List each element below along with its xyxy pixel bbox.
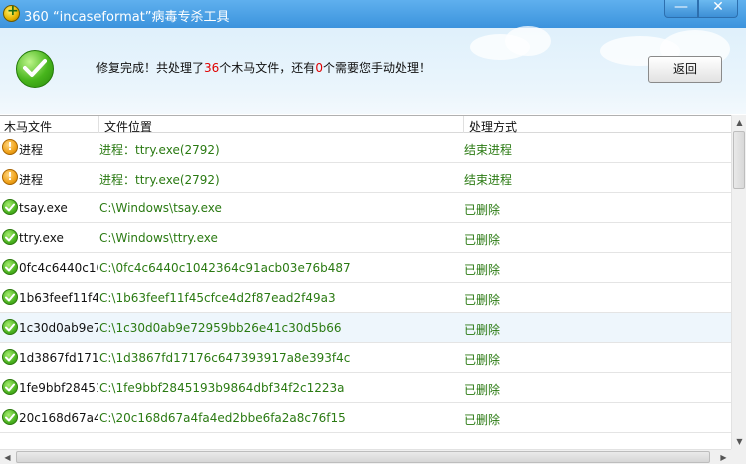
manual-count: 0 — [315, 61, 323, 75]
scroll-down-arrow-icon[interactable]: ▼ — [733, 435, 746, 448]
cloud-decoration — [505, 26, 551, 56]
table-row[interactable]: 1d3867fd171 C:\1d3867fd17176c647393917a8e… — [0, 343, 731, 373]
file-name-cell: 进程 — [19, 143, 44, 157]
scroll-corner — [731, 449, 746, 464]
check-icon — [2, 319, 18, 335]
file-location-cell: C:\1fe9bbf2845193b9864dbf34f2c1223a — [99, 381, 345, 395]
action-cell: 结束进程 — [464, 143, 513, 157]
check-icon — [2, 349, 18, 365]
scroll-left-arrow-icon[interactable]: ◀ — [1, 451, 14, 464]
warning-icon: ! — [2, 169, 18, 185]
results-table: 木马文件 文件位置 处理方式 ! 进程 进程：ttry.exe(2792) 结束进程!… — [0, 115, 731, 449]
action-cell: 已删除 — [464, 413, 501, 427]
main-window: 360 “incaseformat”病毒专杀工具 — ✕ 修复完成！共处理了36… — [0, 0, 746, 464]
check-icon — [2, 379, 18, 395]
check-icon — [2, 409, 18, 425]
file-name-cell: 1d3867fd171 — [19, 351, 98, 365]
table-row[interactable]: 1c30d0ab9e7 C:\1c30d0ab9e72959bb26e41c30d… — [0, 313, 731, 343]
action-cell: 已删除 — [464, 203, 501, 217]
close-button[interactable]: ✕ — [698, 0, 738, 18]
file-location-cell: C:\1b63feef11f45cfce4d2f87ead2f49a3 — [99, 291, 336, 305]
vertical-scrollbar[interactable]: ▲ ▼ — [731, 115, 746, 449]
table-row[interactable]: ! 进程 进程：ttry.exe(2792) 结束进程 — [0, 163, 731, 193]
table-header: 木马文件 文件位置 处理方式 — [0, 115, 731, 134]
app-logo-icon — [3, 3, 20, 22]
vertical-scroll-thumb[interactable] — [733, 131, 745, 189]
check-icon — [2, 259, 18, 275]
action-cell: 结束进程 — [464, 173, 513, 187]
file-location-cell: C:\1c30d0ab9e72959bb26e41c30d5b66 — [99, 321, 342, 335]
file-name-cell: 1b63feef11f4 — [19, 291, 98, 305]
warning-icon: ! — [2, 139, 18, 155]
window-title: 360 “incaseformat”病毒专杀工具 — [24, 10, 230, 25]
table-row[interactable]: 20c168d67a4fCC:\20c168d67a4fa4ed2bbe6fa2… — [0, 403, 731, 433]
column-divider[interactable] — [98, 116, 99, 133]
action-cell: 已删除 — [464, 383, 501, 397]
check-icon — [2, 229, 18, 245]
table-row[interactable]: ttry.exe C:\Windows\ttry.exe 已删除 — [0, 223, 731, 253]
file-location-cell: C:\Windows\tsay.exe — [99, 201, 222, 215]
table-row[interactable]: ! 进程 进程：ttry.exe(2792) 结束进程 — [0, 133, 731, 163]
table-row[interactable]: 1fe9bbf28451 C:\1fe9bbf2845193b9864dbf34f… — [0, 373, 731, 403]
scroll-right-arrow-icon[interactable]: ▶ — [717, 451, 730, 464]
msg-suffix: 个需要您手动处理！ — [322, 61, 431, 75]
file-name-cell: tsay.exe — [19, 201, 68, 215]
check-icon — [2, 289, 18, 305]
table-row[interactable]: tsay.exe C:\Windows\tsay.exe 已删除 — [0, 193, 731, 223]
table-row[interactable]: 1b63feef11f4 C:\1b63feef11f45cfce4d2f87ea… — [0, 283, 731, 313]
msg-prefix: 修复完成！共处理了 — [96, 61, 205, 75]
back-button[interactable]: 返回 — [648, 56, 722, 83]
check-icon — [2, 199, 18, 215]
file-location-cell: 进程：ttry.exe(2792) — [99, 143, 220, 157]
action-cell: 已删除 — [464, 293, 501, 307]
file-location-cell: C:\1d3867fd17176c647393917a8e393f4c — [99, 351, 351, 365]
result-message: 修复完成！共处理了36个木马文件，还有0个需要您手动处理！ — [96, 59, 431, 76]
msg-middle: 个木马文件，还有 — [219, 61, 316, 75]
file-location-cell: C:\20c168d67a4fa4ed2bbe6fa2a8c76f15 — [99, 411, 346, 425]
file-name-cell: 0fc4c6440c10 — [19, 261, 98, 275]
scroll-up-arrow-icon[interactable]: ▲ — [733, 116, 746, 129]
action-cell: 已删除 — [464, 233, 501, 247]
file-location-cell: 进程：ttry.exe(2792) — [99, 173, 220, 187]
title-bar[interactable]: 360 “incaseformat”病毒专杀工具 — ✕ — [0, 0, 746, 28]
success-check-icon — [16, 50, 54, 88]
action-cell: 已删除 — [464, 263, 501, 277]
file-location-cell: C:\0fc4c6440c1042364c91acb03e76b487 — [99, 261, 351, 275]
file-name-cell: 进程 — [19, 173, 44, 187]
file-location-cell: C:\Windows\ttry.exe — [99, 231, 218, 245]
file-name-cell: 1c30d0ab9e7 — [19, 321, 98, 335]
horizontal-scrollbar[interactable]: ◀ ▶ — [0, 449, 731, 464]
table-row[interactable]: 0fc4c6440c10 C:\0fc4c6440c1042364c91acb03… — [0, 253, 731, 283]
horizontal-scroll-thumb[interactable] — [16, 451, 710, 463]
action-cell: 已删除 — [464, 323, 501, 337]
action-cell: 已删除 — [464, 353, 501, 367]
processed-count: 36 — [204, 61, 220, 75]
file-name-cell: 1fe9bbf28451 — [19, 381, 98, 395]
file-name-cell: 20c168d67a4fC — [19, 411, 98, 425]
minimize-button[interactable]: — — [664, 0, 698, 18]
column-divider[interactable] — [463, 116, 464, 133]
file-name-cell: ttry.exe — [19, 231, 64, 245]
